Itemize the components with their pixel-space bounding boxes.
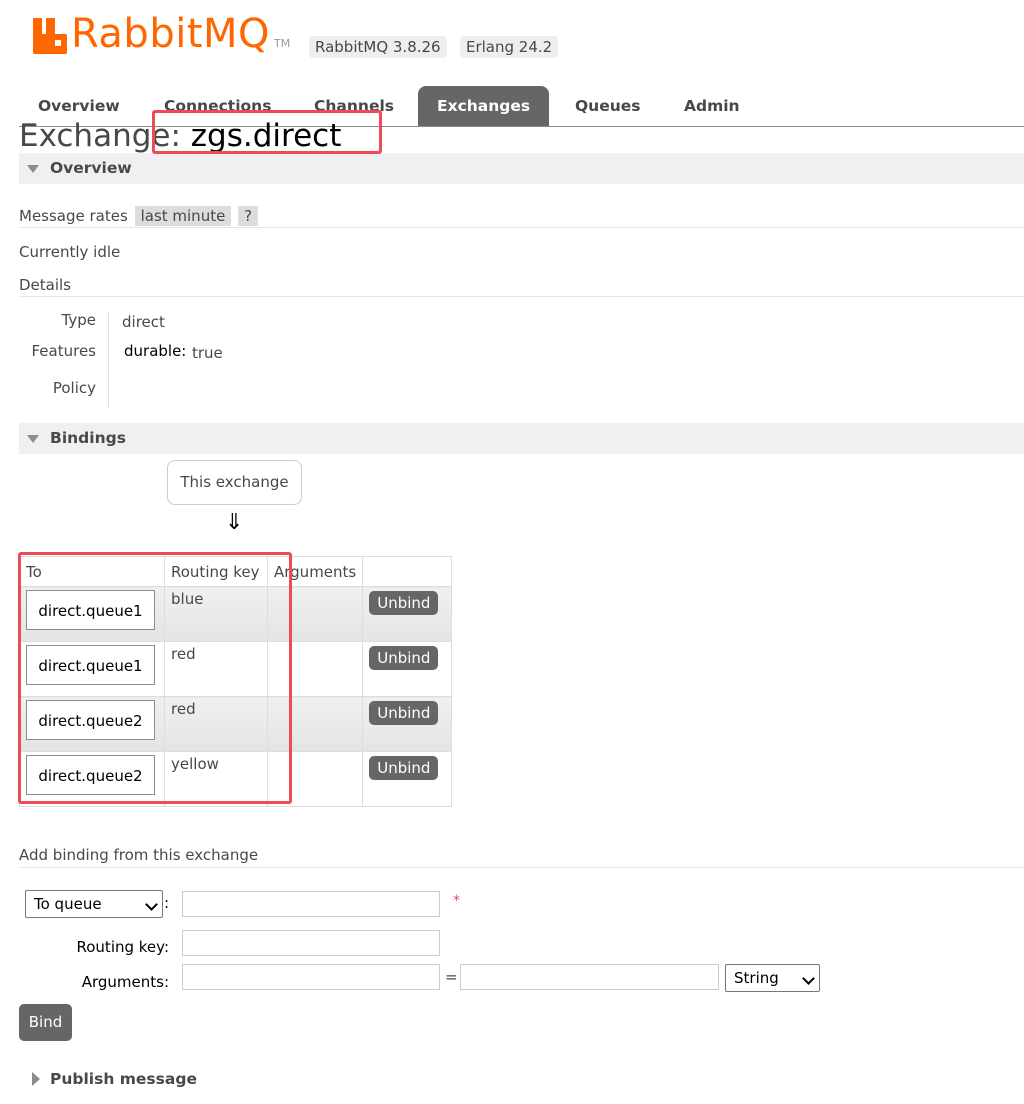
unbind-button[interactable]: Unbind xyxy=(369,701,439,725)
tab-queues[interactable]: Queues xyxy=(556,86,660,126)
this-exchange-box: This exchange xyxy=(167,460,302,505)
details-label: Details xyxy=(19,276,72,294)
help-button[interactable]: ? xyxy=(238,206,259,226)
message-rates-row: Message rates last minute ? xyxy=(19,206,259,226)
publish-message-label: Publish message xyxy=(50,1070,197,1088)
logo-wordmark: RabbitMQ xyxy=(71,11,270,57)
destination-type-select[interactable]: To queue xyxy=(25,890,163,918)
table-row: direct.queue2 yellow Unbind xyxy=(19,751,453,807)
required-mark: * xyxy=(453,893,460,909)
colon-separator: : xyxy=(164,894,170,912)
rate-period-selector[interactable]: last minute xyxy=(134,206,232,226)
bindings-section-label: Bindings xyxy=(50,429,126,447)
queue-link[interactable]: direct.queue1 xyxy=(26,645,155,685)
cell-to: direct.queue1 xyxy=(19,641,165,697)
routing-key-label: Routing key: xyxy=(76,938,170,956)
routing-key-value: blue xyxy=(171,590,204,608)
queue-link[interactable]: direct.queue1 xyxy=(26,590,155,630)
unbind-button[interactable]: Unbind xyxy=(369,646,439,670)
tab-admin[interactable]: Admin xyxy=(665,86,759,126)
policy-label: Policy xyxy=(52,379,96,397)
routing-key-input[interactable] xyxy=(182,930,440,956)
chevron-down-icon xyxy=(145,898,158,911)
bindings-table: To Routing key Arguments direct.queue1 b… xyxy=(19,556,453,807)
queue-link[interactable]: direct.queue2 xyxy=(26,755,155,795)
routing-key-value: yellow xyxy=(171,755,219,773)
bind-button[interactable]: Bind xyxy=(19,1004,72,1041)
column-header-actions xyxy=(362,556,453,587)
features-label: Features xyxy=(31,342,97,360)
cell-arguments xyxy=(266,586,364,642)
column-header-arguments: Arguments xyxy=(266,556,364,587)
expand-triangle-icon xyxy=(32,1072,40,1086)
details-divider xyxy=(108,312,109,407)
cell-to: direct.queue1 xyxy=(19,586,165,642)
cell-arguments xyxy=(266,641,364,697)
down-arrow-icon: ⇓ xyxy=(225,510,244,535)
cell-action: Unbind xyxy=(362,586,453,642)
argument-type-value: String xyxy=(734,969,779,987)
version-badge: RabbitMQ 3.8.26 xyxy=(309,36,447,58)
overview-section-label: Overview xyxy=(50,159,132,177)
chevron-down-icon xyxy=(802,972,815,985)
cell-routing-key: red xyxy=(164,696,268,752)
erlang-badge: Erlang 24.2 xyxy=(460,36,559,58)
column-header-routing-key: Routing key xyxy=(164,556,268,587)
rabbitmq-logo: RabbitMQ TM xyxy=(33,14,290,54)
cell-action: Unbind xyxy=(362,696,453,752)
table-row: direct.queue1 red Unbind xyxy=(19,641,453,697)
idle-status: Currently idle xyxy=(19,243,121,261)
destination-input[interactable] xyxy=(182,891,440,917)
cell-routing-key: yellow xyxy=(164,751,268,807)
publish-message-toggle[interactable]: Publish message xyxy=(19,1066,319,1094)
tab-exchanges[interactable]: Exchanges xyxy=(418,86,550,126)
arguments-label: Arguments: xyxy=(81,973,169,991)
rabbit-logo-icon xyxy=(33,18,67,54)
argument-key-input[interactable] xyxy=(182,964,440,990)
cell-routing-key: red xyxy=(164,641,268,697)
table-row: direct.queue1 blue Unbind xyxy=(19,586,453,642)
routing-key-value: red xyxy=(171,645,196,663)
cell-to: direct.queue2 xyxy=(19,696,165,752)
page-title: Exchange: zgs.direct xyxy=(19,118,341,154)
bindings-section-header[interactable]: Bindings xyxy=(19,423,1024,454)
cell-arguments xyxy=(266,751,364,807)
cell-routing-key: blue xyxy=(164,586,268,642)
trademark: TM xyxy=(274,37,291,50)
message-rates-label: Message rates xyxy=(19,207,128,225)
queue-link[interactable]: direct.queue2 xyxy=(26,700,155,740)
table-row: direct.queue2 red Unbind xyxy=(19,696,453,752)
collapse-triangle-icon xyxy=(27,165,39,173)
argument-type-select[interactable]: String xyxy=(725,964,820,992)
type-label: Type xyxy=(61,311,96,329)
argument-value-input[interactable] xyxy=(460,964,719,990)
unbind-button[interactable]: Unbind xyxy=(369,756,439,780)
durable-value: true xyxy=(192,344,223,362)
cell-arguments xyxy=(266,696,364,752)
cell-action: Unbind xyxy=(362,751,453,807)
divider xyxy=(19,867,1024,868)
routing-key-value: red xyxy=(171,700,196,718)
title-prefix: Exchange: xyxy=(19,118,191,154)
equals-sign: = xyxy=(445,968,458,986)
collapse-triangle-icon xyxy=(27,435,39,443)
table-header-row: To Routing key Arguments xyxy=(19,556,453,587)
destination-type-value: To queue xyxy=(34,895,102,913)
column-header-to: To xyxy=(19,556,165,587)
cell-action: Unbind xyxy=(362,641,453,697)
durable-label: durable: xyxy=(124,342,187,360)
overview-section-header[interactable]: Overview xyxy=(19,153,1024,184)
divider xyxy=(19,296,1024,297)
type-value: direct xyxy=(122,313,165,331)
exchange-name: zgs.direct xyxy=(190,118,342,154)
divider xyxy=(19,227,1024,228)
unbind-button[interactable]: Unbind xyxy=(369,591,439,615)
cell-to: direct.queue2 xyxy=(19,751,165,807)
add-binding-heading: Add binding from this exchange xyxy=(19,846,259,864)
